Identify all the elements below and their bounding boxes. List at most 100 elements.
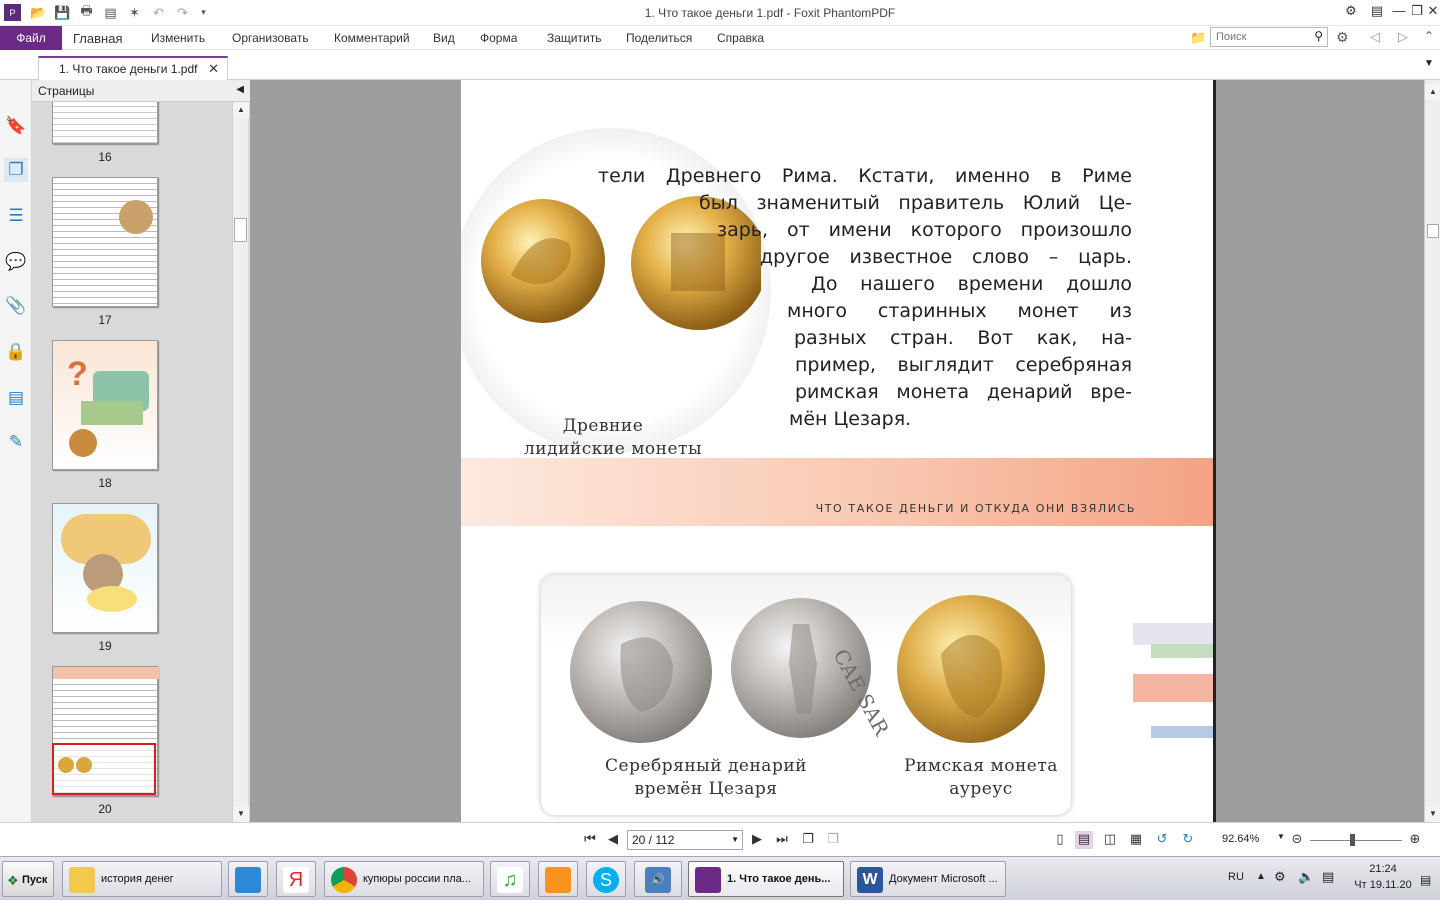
minimize-icon[interactable]: — [1390, 3, 1408, 21]
next-view-icon[interactable]: ❐ [824, 831, 842, 849]
open-icon[interactable]: 📂 [30, 4, 47, 21]
collapse-panel-icon[interactable]: ◀ [236, 84, 244, 95]
rotate-left-icon[interactable]: ↺ [1153, 831, 1171, 849]
thumbnail-viewport-indicator[interactable] [52, 743, 156, 795]
menu-help[interactable]: Справка [717, 31, 764, 45]
last-page-icon[interactable]: ⏭ [773, 831, 791, 849]
page-number-field[interactable]: 20 / 112 ▼ [627, 830, 743, 850]
redo-icon[interactable]: ↷ [174, 4, 191, 21]
start-button[interactable]: ❖ Пуск [2, 861, 54, 897]
find-folder-icon[interactable]: 📁 [1190, 30, 1206, 46]
thumbnail-coin-image [76, 757, 92, 773]
volume-icon[interactable]: 🔈 [1298, 869, 1314, 885]
scroll-up-icon[interactable]: ▲ [1425, 84, 1440, 100]
document-tab[interactable]: 1. Что такое деньги 1.pdf ✕ [38, 56, 228, 80]
show-desktop-icon[interactable]: ▤ [1420, 873, 1431, 887]
thumbnail-page-16[interactable] [52, 102, 158, 144]
menu-share[interactable]: Поделиться [626, 31, 692, 45]
tray-expand-icon[interactable]: ▲ [1256, 871, 1266, 882]
taskbar-item-foxit[interactable]: 1. Что такое день... [688, 861, 844, 897]
file-menu-button[interactable]: Файл [0, 26, 62, 50]
scroll-down-icon[interactable]: ▼ [1425, 806, 1440, 822]
app-icon[interactable]: P [4, 4, 21, 21]
customize-chevron-icon[interactable]: ▾ [195, 4, 212, 21]
signature-icon[interactable]: ✎ [4, 430, 28, 454]
search-box[interactable]: ⚲ [1210, 27, 1328, 47]
scroll-thumb[interactable] [1427, 224, 1439, 238]
taskbar-item-word[interactable]: W Документ Microsoft ... [850, 861, 1006, 897]
menu-form[interactable]: Форма [480, 31, 517, 45]
taskbar-item-chrome[interactable]: купюры россии пла... [324, 861, 484, 897]
network-icon[interactable]: ▤ [1322, 869, 1334, 885]
language-indicator[interactable]: RU [1228, 871, 1244, 883]
taskbar-item-music[interactable]: ♫ [490, 861, 530, 897]
clock-date[interactable]: Чт 19.11.20 [1350, 879, 1416, 891]
document-view[interactable]: Древние лидийские монеты тели Древнего Р… [250, 80, 1424, 822]
menu-view[interactable]: Вид [433, 31, 455, 45]
forward-icon[interactable]: ▷ [1398, 29, 1408, 45]
thumbnail-page-18[interactable]: ? [52, 340, 158, 470]
close-icon[interactable]: ✕ [1424, 3, 1440, 21]
content-icon[interactable]: ▤ [4, 386, 28, 410]
zoom-dropdown-chevron-icon[interactable]: ▼ [1277, 832, 1285, 841]
menu-edit[interactable]: Изменить [151, 31, 205, 45]
tab-close-icon[interactable]: ✕ [208, 61, 219, 77]
first-page-icon[interactable]: ⏮ [581, 831, 599, 849]
continuous-page-icon[interactable]: ▤ [1075, 831, 1093, 849]
bookmarks-icon[interactable]: 🔖 [4, 114, 28, 138]
restore-ribbon-icon[interactable]: ▤ [1368, 3, 1386, 21]
undo-icon[interactable]: ↶ [150, 4, 167, 21]
taskbar-item-odnoklassniki[interactable] [538, 861, 578, 897]
thumbnail-scrollbar[interactable]: ▲ ▼ [232, 102, 249, 822]
print-icon[interactable]: 🖶 [78, 3, 95, 21]
taskbar-item-audio[interactable]: 🔊 [634, 861, 682, 897]
previous-page-icon[interactable]: ◀ [604, 831, 622, 849]
facing-page-icon[interactable]: ◫ [1101, 831, 1119, 849]
body-text-line: мён Цезаря. [789, 408, 912, 430]
comments-icon[interactable]: 💬 [4, 250, 28, 274]
thumbnail-page-19[interactable] [52, 503, 158, 633]
security-lock-icon[interactable]: 🔒 [4, 340, 28, 364]
scroll-thumb[interactable] [234, 218, 247, 242]
scroll-down-icon[interactable]: ▼ [233, 806, 249, 822]
zoom-slider[interactable] [1310, 840, 1402, 841]
search-icon[interactable]: ⚲ [1314, 29, 1323, 43]
properties-icon[interactable]: ▤ [102, 4, 119, 21]
single-page-icon[interactable]: ▯ [1051, 831, 1069, 849]
layers-icon[interactable]: ☰ [4, 204, 28, 228]
ribbon-toggle-icon[interactable]: ⌃ [1424, 29, 1434, 43]
tray-settings-icon[interactable]: ⚙ [1274, 869, 1286, 885]
continuous-facing-icon[interactable]: ▦ [1127, 831, 1145, 849]
attachments-icon[interactable]: 📎 [4, 294, 28, 318]
thumbnail-page-20[interactable] [52, 666, 159, 796]
previous-view-icon[interactable]: ❐ [799, 831, 817, 849]
taskbar-item-skype[interactable]: S [586, 861, 626, 897]
thumbnail-page-17[interactable] [52, 177, 158, 307]
menu-home[interactable]: Главная [73, 31, 122, 46]
new-icon[interactable]: ✶ [126, 4, 143, 21]
zoom-slider-handle[interactable] [1350, 834, 1355, 846]
back-icon[interactable]: ◁ [1370, 29, 1380, 45]
scroll-up-icon[interactable]: ▲ [233, 102, 249, 118]
zoom-out-icon[interactable]: ⊝ [1288, 831, 1306, 849]
zoom-value[interactable]: 92.64% [1222, 833, 1259, 845]
zoom-in-icon[interactable]: ⊕ [1406, 831, 1424, 849]
clock-time[interactable]: 21:24 [1358, 863, 1408, 875]
tab-list-chevron-icon[interactable]: ▼ [1424, 58, 1434, 69]
rotate-right-icon[interactable]: ↻ [1179, 831, 1197, 849]
save-icon[interactable]: 💾 [54, 4, 71, 21]
document-scrollbar[interactable]: ▲ ▼ [1424, 80, 1440, 822]
help-icon[interactable]: ⚙ [1342, 3, 1360, 21]
menu-comment[interactable]: Комментарий [334, 31, 410, 45]
search-input[interactable] [1211, 28, 1307, 46]
next-page-icon[interactable]: ▶ [748, 831, 766, 849]
taskbar-item-media-player[interactable] [228, 861, 268, 897]
menu-organize[interactable]: Организовать [232, 31, 309, 45]
taskbar-item-folder[interactable]: история денег [62, 861, 222, 897]
settings-gear-icon[interactable]: ⚙ [1336, 29, 1349, 46]
pages-icon[interactable]: ❐ [4, 158, 28, 182]
taskbar-item-yandex[interactable]: Я [276, 861, 316, 897]
menu-protect[interactable]: Защитить [547, 31, 601, 45]
odnoklassniki-icon [545, 867, 571, 893]
page-dropdown-chevron-icon[interactable]: ▼ [731, 835, 739, 844]
